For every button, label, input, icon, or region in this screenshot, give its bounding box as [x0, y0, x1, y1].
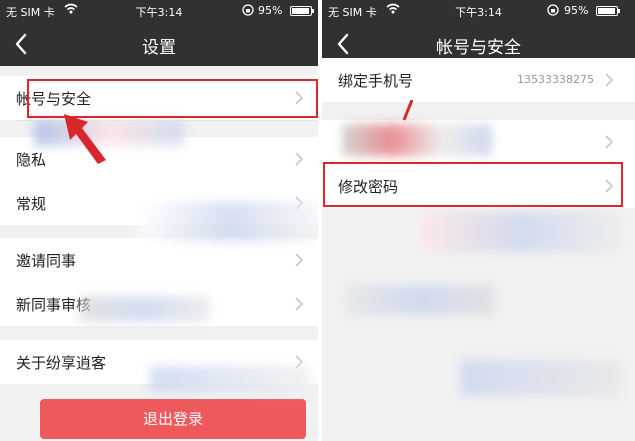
watermark	[460, 360, 620, 396]
chevron-right-icon	[295, 297, 304, 311]
chevron-right-icon	[295, 253, 304, 267]
chevron-right-icon	[295, 91, 304, 105]
status-bar: 无 SIM 卡 下午3:14 95%	[322, 0, 635, 22]
watermark	[344, 285, 494, 315]
settings-item-invite-colleagues[interactable]: 邀请同事	[0, 238, 318, 282]
chevron-right-icon	[605, 73, 614, 87]
account-security-screen: 无 SIM 卡 下午3:14 95% 帐号与安全 绑定手机号 135333382…	[322, 0, 635, 441]
settings-item-account-security[interactable]: 帐号与安全	[0, 76, 318, 120]
account-item-label: 绑定手机号	[338, 72, 414, 90]
phone-number-value: 13533338275	[517, 73, 594, 86]
logout-button[interactable]: 退出登录	[40, 399, 306, 439]
red-arrow-icon	[64, 114, 106, 164]
settings-item-label: 隐私	[16, 151, 47, 169]
status-bar: 无 SIM 卡 下午3:14 95%	[0, 0, 318, 22]
battery-icon	[290, 6, 314, 16]
watermark	[80, 296, 210, 322]
nav-bar: 设置	[0, 22, 318, 66]
settings-item-label: 邀请同事	[16, 252, 77, 270]
account-item-change-password[interactable]: 修改密码	[322, 164, 635, 208]
chevron-right-icon	[605, 179, 614, 193]
page-title: 帐号与安全	[436, 38, 521, 58]
watermark	[342, 124, 492, 156]
battery-icon	[596, 6, 620, 16]
watermark	[140, 202, 318, 242]
watermark	[150, 366, 310, 392]
settings-screen: 无 SIM 卡 下午3:14 95% 设置 帐号与安全 隐私 常规 邀请同事 新…	[0, 0, 318, 441]
settings-item-label: 常规	[16, 195, 47, 213]
rotation-lock-icon	[547, 4, 559, 16]
battery-percent: 95%	[258, 4, 283, 17]
red-arrow-icon	[402, 100, 414, 121]
battery-percent: 95%	[564, 4, 589, 17]
settings-item-label: 关于纷享逍客	[16, 354, 107, 372]
account-item-label: 修改密码	[338, 178, 399, 196]
rotation-lock-icon	[242, 4, 254, 16]
account-item-bind-phone[interactable]: 绑定手机号 13533338275	[322, 58, 635, 102]
watermark	[422, 212, 622, 252]
chevron-right-icon	[605, 135, 614, 149]
chevron-right-icon	[295, 152, 304, 166]
settings-item-label: 帐号与安全	[16, 90, 92, 108]
page-title: 设置	[142, 38, 176, 58]
